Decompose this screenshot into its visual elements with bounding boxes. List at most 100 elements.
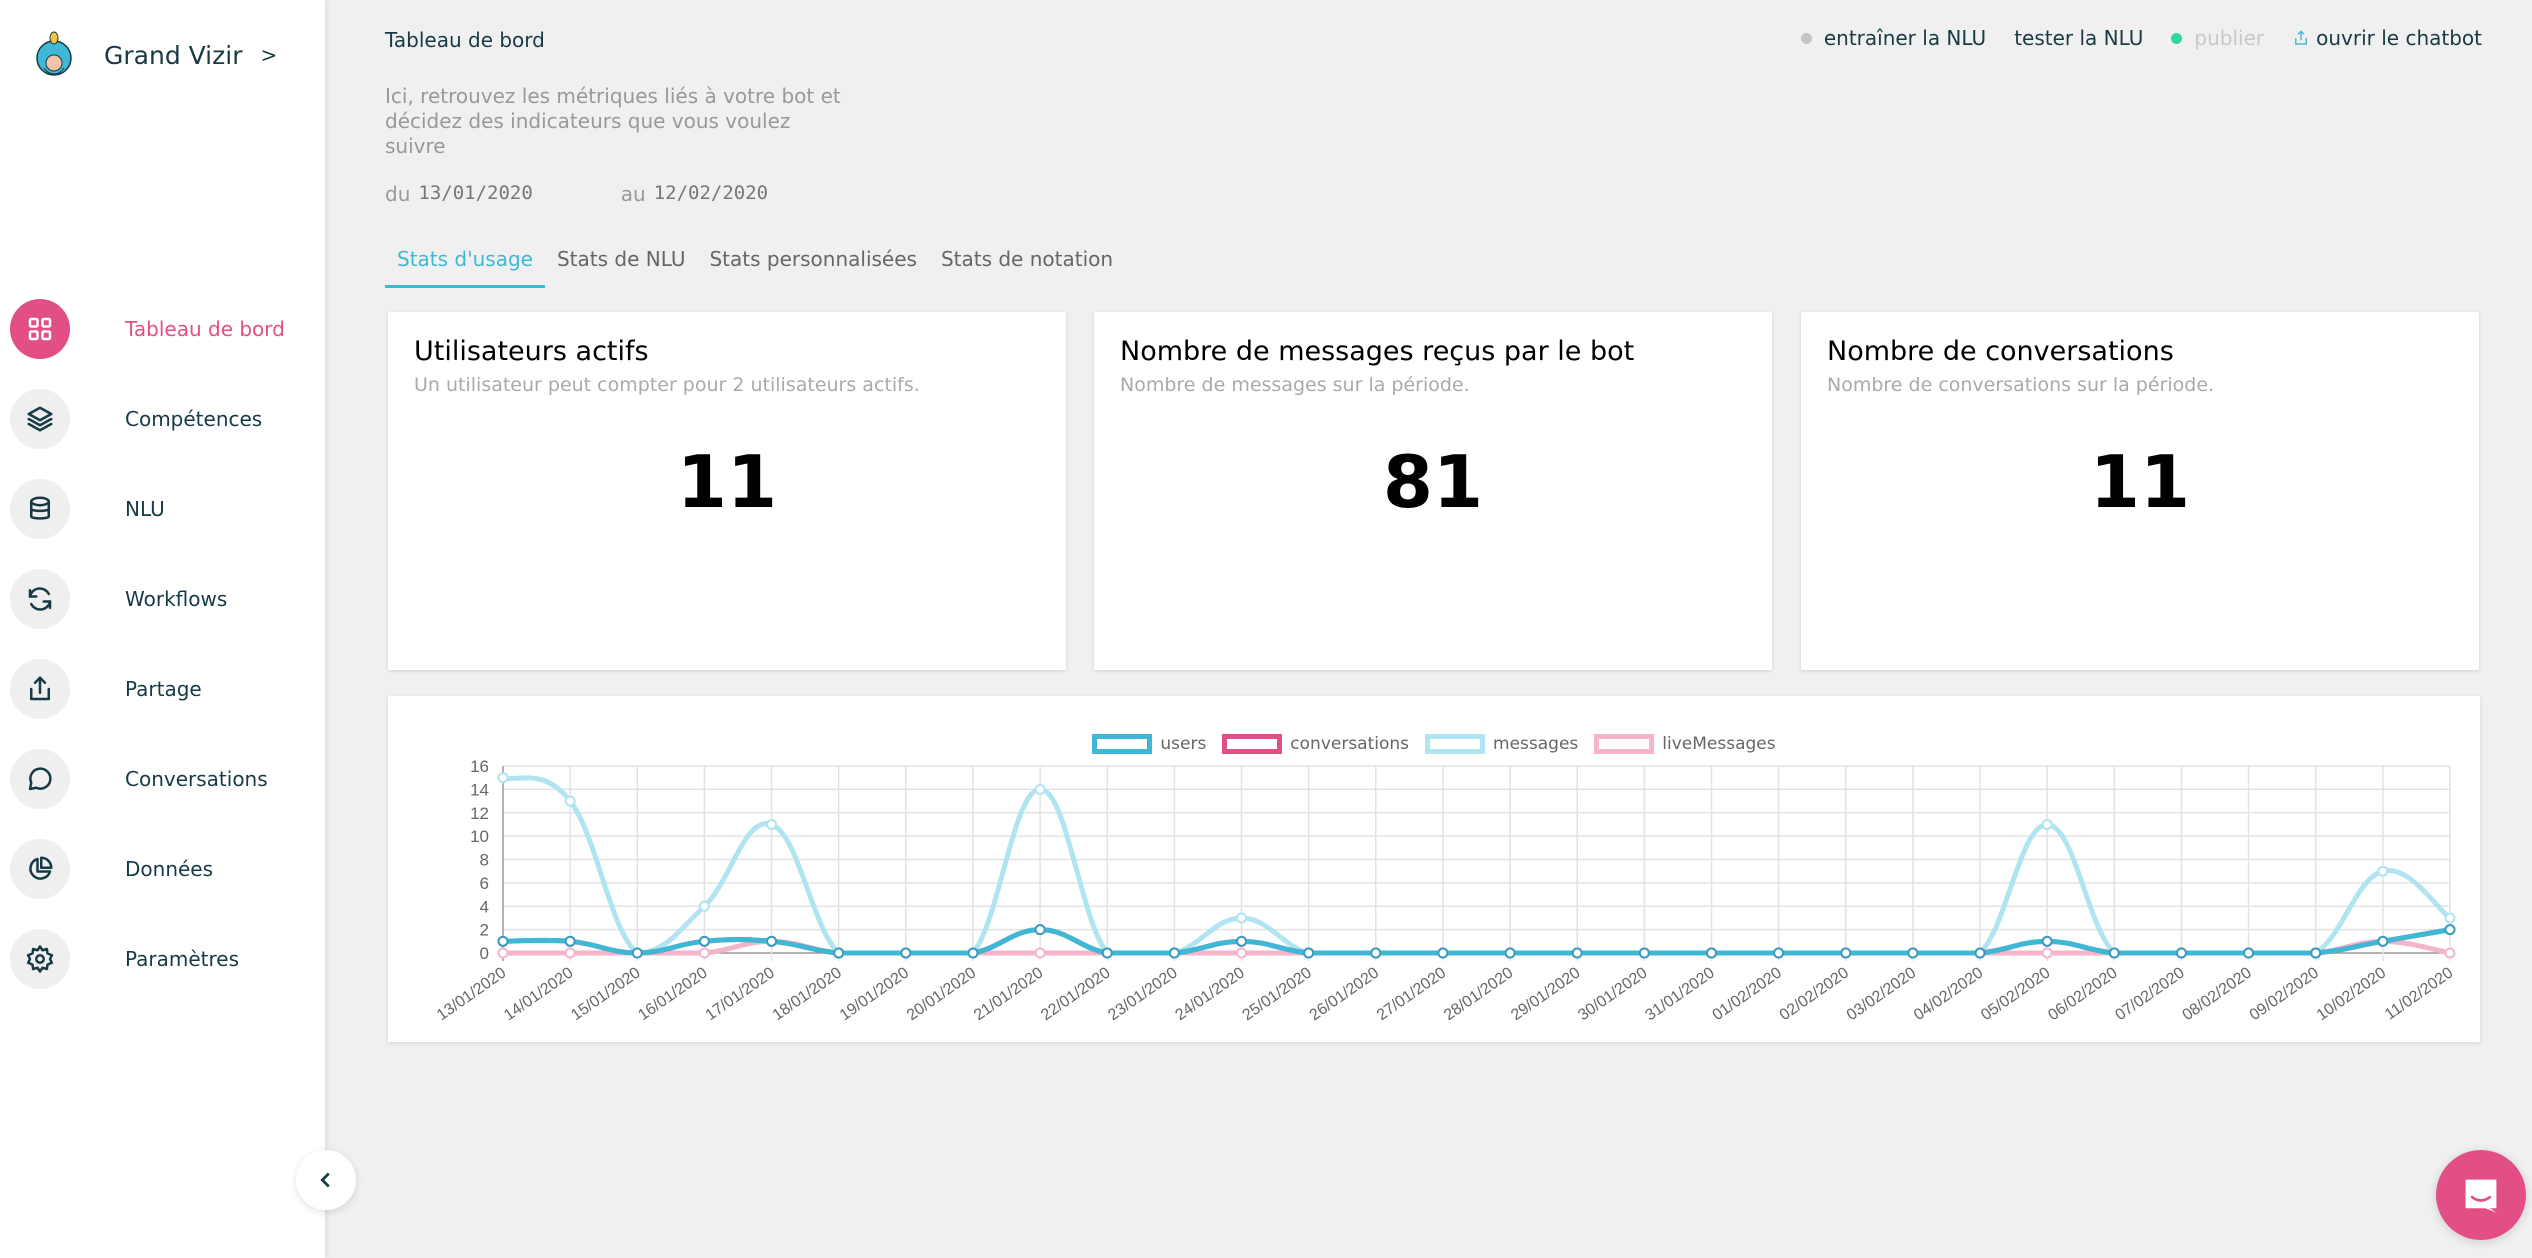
sidebar-item-nlu[interactable]: NLU bbox=[10, 464, 285, 554]
sidebar-item-parametres[interactable]: Paramètres bbox=[10, 914, 285, 1004]
x-tick-label: 02/02/2020 bbox=[1777, 964, 1852, 1024]
card-messages: Nombre de messages reçus par le bot Nomb… bbox=[1094, 312, 1772, 670]
gear-icon bbox=[10, 929, 70, 989]
data-point-liveMessages bbox=[564, 947, 576, 959]
x-tick-label: 13/01/2020 bbox=[434, 964, 509, 1024]
chat-smile-icon bbox=[2465, 1179, 2497, 1213]
data-point-users bbox=[2310, 947, 2322, 959]
usage-line-chart: 0 2 4 6 8 10 12 14 16 13/01/202014/01/202015/01/2… bbox=[434, 757, 2456, 1024]
tab-stats-rating[interactable]: Stats de notation bbox=[929, 244, 1125, 288]
x-tick-label: 06/02/2020 bbox=[2045, 964, 2120, 1024]
data-point-users bbox=[1168, 947, 1180, 959]
data-point-users bbox=[2041, 935, 2053, 947]
x-tick-label: 11/02/2020 bbox=[2382, 964, 2456, 1023]
sidebar-item-label: NLU bbox=[125, 497, 165, 521]
collapse-sidebar-button[interactable] bbox=[296, 1150, 356, 1210]
x-tick-label: 31/01/2020 bbox=[1642, 964, 1717, 1024]
sidebar-item-label: Workflows bbox=[125, 587, 228, 611]
data-point-messages bbox=[2041, 818, 2053, 830]
sidebar-item-workflows[interactable]: Workflows bbox=[10, 554, 285, 644]
sidebar-item-partage[interactable]: Partage bbox=[10, 644, 285, 734]
y-tick-label: 2 bbox=[480, 921, 489, 940]
data-point-users bbox=[1236, 935, 1248, 947]
data-point-messages bbox=[2444, 912, 2456, 924]
sidebar-item-label: Partage bbox=[125, 677, 202, 701]
sidebar-item-label: Données bbox=[125, 857, 214, 881]
open-chatbot-label: ouvrir le chatbot bbox=[2316, 26, 2482, 50]
data-point-users bbox=[2175, 947, 2187, 959]
data-point-users bbox=[2377, 935, 2389, 947]
bot-selector[interactable]: Grand Vizir > bbox=[34, 28, 277, 82]
data-point-users bbox=[564, 935, 576, 947]
data-point-liveMessages bbox=[698, 947, 710, 959]
publish-button[interactable]: publier bbox=[2171, 26, 2264, 50]
card-value: 11 bbox=[676, 440, 778, 524]
sidebar-item-tableau-de-bord[interactable]: Tableau de bord bbox=[10, 284, 285, 374]
share-upload-icon bbox=[10, 659, 70, 719]
database-icon bbox=[10, 479, 70, 539]
x-tick-label: 17/01/2020 bbox=[702, 964, 777, 1024]
data-point-users bbox=[1504, 947, 1516, 959]
stats-tabs: Stats d'usage Stats de NLU Stats personn… bbox=[385, 244, 1125, 288]
x-tick-label: 15/01/2020 bbox=[568, 964, 643, 1024]
series-line-messages bbox=[502, 775, 2452, 956]
to-label: au bbox=[620, 182, 646, 206]
x-tick-label: 04/02/2020 bbox=[1911, 964, 1986, 1024]
train-nlu-button[interactable]: entraîner la NLU bbox=[1800, 26, 1986, 50]
x-tick-label: 03/02/2020 bbox=[1844, 964, 1919, 1024]
x-tick-label: 01/02/2020 bbox=[1710, 964, 1785, 1024]
test-nlu-button[interactable]: tester la NLU bbox=[2014, 26, 2143, 50]
tab-stats-custom[interactable]: Stats personnalisées bbox=[697, 244, 928, 288]
y-tick-label: 10 bbox=[470, 827, 489, 846]
data-point-users bbox=[1370, 947, 1382, 959]
series-line-users bbox=[502, 927, 2451, 956]
data-point-messages bbox=[1034, 783, 1046, 795]
data-point-liveMessages bbox=[1034, 947, 1046, 959]
from-date-input[interactable]: 13/01/2020 bbox=[418, 182, 532, 206]
data-point-users bbox=[698, 935, 710, 947]
to-date-input[interactable]: 12/02/2020 bbox=[654, 182, 768, 206]
chat-widget-button[interactable] bbox=[2436, 1150, 2526, 1240]
sidebar: Grand Vizir > Tableau de bord Compétence… bbox=[0, 0, 325, 1258]
page-description: Ici, retrouvez les métriques liés à votr… bbox=[385, 84, 841, 158]
y-tick-label: 14 bbox=[470, 780, 489, 799]
dashboard-grid-icon bbox=[10, 299, 70, 359]
sidebar-item-conversations[interactable]: Conversations bbox=[10, 734, 285, 824]
data-point-users bbox=[1303, 947, 1315, 959]
chevron-right-icon: > bbox=[260, 43, 278, 67]
tab-stats-nlu[interactable]: Stats de NLU bbox=[545, 244, 698, 288]
train-status-dot bbox=[1800, 32, 1812, 44]
data-point-users bbox=[2243, 947, 2255, 959]
usage-chart-card: users conversations messages liveMessages 0… bbox=[388, 696, 2480, 1042]
publish-status-dot bbox=[2171, 32, 2183, 44]
x-tick-label: 21/01/2020 bbox=[971, 964, 1046, 1024]
data-point-liveMessages bbox=[497, 947, 509, 959]
tab-stats-usage[interactable]: Stats d'usage bbox=[385, 244, 545, 288]
data-point-users bbox=[1571, 947, 1583, 959]
data-point-users bbox=[1638, 947, 1650, 959]
x-tick-label: 18/01/2020 bbox=[770, 964, 845, 1024]
data-point-users bbox=[1437, 947, 1449, 959]
x-tick-label: 16/01/2020 bbox=[635, 964, 710, 1024]
x-tick-label: 08/02/2020 bbox=[2180, 964, 2255, 1024]
card-conversations: Nombre de conversations Nombre de conver… bbox=[1801, 312, 2479, 670]
x-tick-label: 28/01/2020 bbox=[1441, 964, 1516, 1024]
open-chatbot-button[interactable]: ouvrir le chatbot bbox=[2292, 26, 2482, 50]
sidebar-item-donnees[interactable]: Données bbox=[10, 824, 285, 914]
card-subtitle: Nombre de messages sur la période. bbox=[1120, 374, 1470, 396]
bot-name: Grand Vizir bbox=[104, 40, 243, 70]
data-point-messages bbox=[497, 772, 509, 784]
data-point-users bbox=[1034, 924, 1046, 936]
publish-label: publier bbox=[2194, 26, 2265, 50]
x-tick-label: 09/02/2020 bbox=[2247, 964, 2322, 1024]
card-title: Utilisateurs actifs bbox=[414, 336, 649, 367]
sidebar-item-label: Tableau de bord bbox=[125, 317, 285, 341]
data-point-users bbox=[1705, 947, 1717, 959]
x-tick-label: 23/01/2020 bbox=[1105, 964, 1180, 1024]
sidebar-item-competences[interactable]: Compétences bbox=[10, 374, 285, 464]
data-point-messages bbox=[564, 795, 576, 807]
y-tick-label: 8 bbox=[480, 851, 489, 870]
data-point-users bbox=[2108, 947, 2120, 959]
data-point-users bbox=[1773, 947, 1785, 959]
data-point-users bbox=[1840, 947, 1852, 959]
